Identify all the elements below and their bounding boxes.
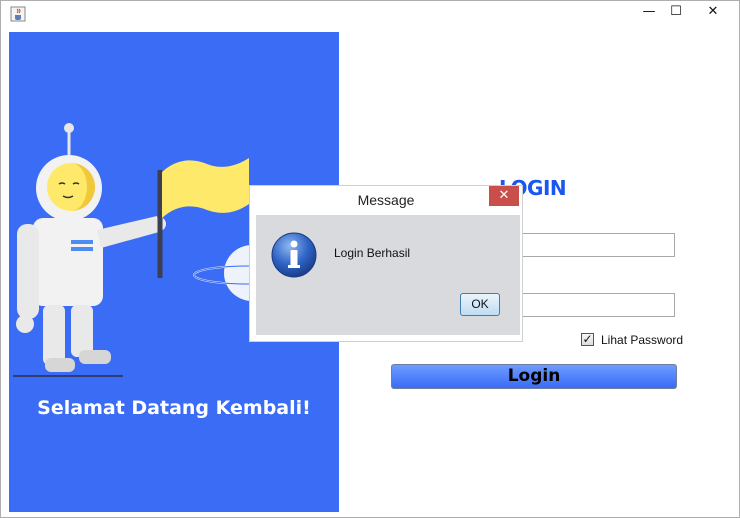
close-button[interactable]: ✕ xyxy=(689,1,737,23)
login-button[interactable]: Login xyxy=(391,364,677,389)
maximize-button[interactable]: ☐ xyxy=(660,1,692,25)
ok-button[interactable]: OK xyxy=(460,293,500,316)
dialog-body: Login Berhasil OK xyxy=(256,215,520,335)
dialog-message: Login Berhasil xyxy=(334,246,411,260)
dialog-close-button[interactable]: ✕ xyxy=(489,186,519,206)
username-field[interactable] xyxy=(509,233,675,257)
message-dialog: Message ✕ Login Berhasil OK xyxy=(250,186,522,341)
password-field[interactable] xyxy=(509,293,675,317)
title-bar[interactable]: — ☐ ✕ xyxy=(1,1,739,30)
dialog-title: Message xyxy=(357,192,415,208)
information-icon xyxy=(271,232,317,278)
show-password-label: Lihat Password xyxy=(601,333,684,347)
welcome-heading: Selamat Datang Kembali! xyxy=(37,397,311,419)
java-cup-icon xyxy=(10,6,26,22)
show-password-checkbox[interactable]: ✓ xyxy=(581,333,594,346)
app-window: — ☐ ✕ Selamat Datang Kembali! LOGIN ✓ Li… xyxy=(0,0,740,518)
